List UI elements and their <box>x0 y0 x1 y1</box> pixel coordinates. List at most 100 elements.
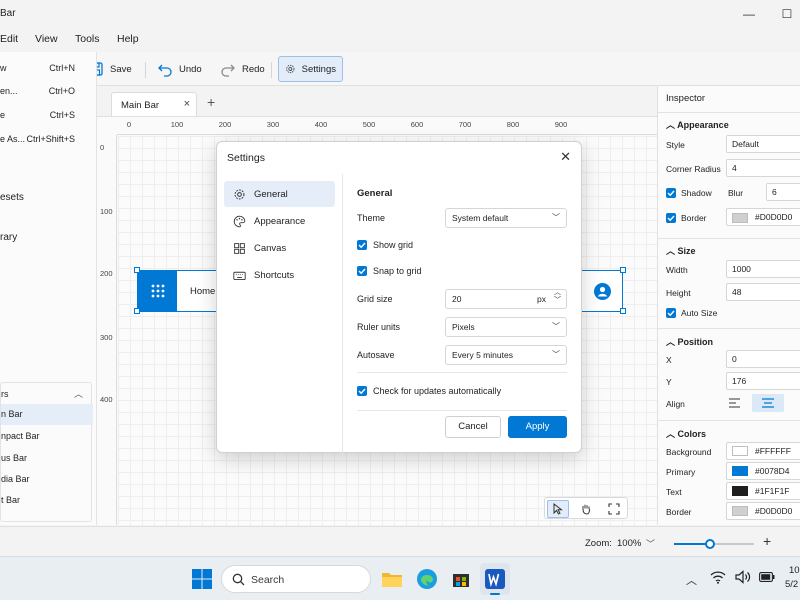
pan-tool-button[interactable] <box>575 500 597 518</box>
undo-button[interactable]: Undo <box>151 56 208 82</box>
autosave-select[interactable]: Every 5 minutes ﹀ <box>445 345 567 365</box>
resize-handle[interactable] <box>620 308 626 314</box>
nav-item-canvas[interactable]: Canvas <box>224 235 335 261</box>
fullscreen-button[interactable] <box>603 500 625 518</box>
menu-item-new[interactable]: w Ctrl+N <box>0 63 97 77</box>
size-section[interactable]: ︿ Size <box>666 244 696 257</box>
menu-item-save-as[interactable]: e As... Ctrl+Shift+S <box>0 134 97 148</box>
primary-swatch[interactable] <box>732 466 748 476</box>
close-icon[interactable]: × <box>184 98 190 110</box>
sidebar-item-library[interactable]: rary <box>0 232 17 243</box>
chevron-down-icon[interactable]: ﹀ <box>646 537 655 550</box>
width-input[interactable]: 1000 <box>726 260 800 278</box>
nav-item-appearance[interactable]: Appearance <box>224 208 335 234</box>
zoom-value[interactable]: 100% <box>617 538 641 549</box>
style-select[interactable]: Default <box>726 135 800 153</box>
list-item[interactable]: dia Bar <box>1 469 93 490</box>
clock-date[interactable]: 5/2 <box>785 579 798 590</box>
height-input[interactable]: 48 <box>726 283 800 301</box>
blur-input[interactable]: 6 <box>766 183 800 201</box>
menu-item-open[interactable]: en... Ctrl+O <box>0 86 97 100</box>
align-left-icon[interactable] <box>728 397 742 409</box>
updates-checkbox[interactable]: Check for updates automatically <box>357 386 501 396</box>
menu-item-save[interactable]: e Ctrl+S <box>0 110 97 124</box>
close-icon[interactable]: ✕ <box>560 149 571 165</box>
text-swatch[interactable] <box>732 486 748 496</box>
chevron-up-icon[interactable]: ︿ <box>74 387 83 400</box>
file-explorer-icon[interactable] <box>380 567 404 591</box>
resize-handle[interactable] <box>134 267 140 273</box>
apply-button[interactable]: Apply <box>508 416 567 438</box>
user-avatar-icon[interactable] <box>594 283 611 300</box>
chevron-up-icon[interactable]: ︿ <box>686 572 697 588</box>
windows-start-icon[interactable] <box>190 567 214 591</box>
tab-main-bar[interactable]: Main Bar × <box>111 92 197 116</box>
maximize-button[interactable]: ☐ <box>779 6 795 22</box>
show-grid-label: Show grid <box>373 240 414 250</box>
minimize-button[interactable]: — <box>741 6 757 22</box>
appearance-section[interactable]: ︿ Appearance <box>666 118 729 131</box>
clock-time[interactable]: 10: <box>789 565 800 576</box>
edge-browser-icon[interactable] <box>415 567 439 591</box>
auto-size-checkbox[interactable] <box>666 308 676 318</box>
border2-swatch[interactable] <box>732 506 748 516</box>
battery-icon[interactable] <box>759 572 775 582</box>
grid-dots-icon <box>151 284 165 298</box>
theme-select[interactable]: System default ﹀ <box>445 208 567 228</box>
menu-edit[interactable]: Edit <box>0 33 18 45</box>
zoom-slider-thumb[interactable] <box>705 539 715 549</box>
show-grid-checkbox[interactable]: Show grid <box>357 240 413 250</box>
hand-icon <box>582 504 590 515</box>
resize-handle[interactable] <box>134 308 140 314</box>
border-checkbox[interactable] <box>666 213 676 223</box>
chevron-down-icon: ﹀ <box>552 350 560 359</box>
menu-item-label: w <box>0 63 7 73</box>
nav-item-shortcuts[interactable]: Shortcuts <box>224 262 335 288</box>
snap-grid-checkbox[interactable]: Snap to grid <box>357 266 422 276</box>
ruler-label: 300 <box>100 333 113 342</box>
layers-panel: rs ︿ n Bar npact Bar us Bar dia Bar t Ba… <box>0 382 93 522</box>
stepper-arrows-icon[interactable]: ︿ ﹀ <box>554 289 561 305</box>
add-tab-icon[interactable]: + <box>207 94 215 110</box>
store-icon[interactable] <box>449 567 473 591</box>
corner-radius-input[interactable]: 4 <box>726 159 800 177</box>
list-item[interactable]: npact Bar <box>1 426 93 447</box>
background-swatch[interactable] <box>732 446 748 456</box>
zoom-slider[interactable] <box>674 539 754 549</box>
border-swatch[interactable] <box>732 213 748 223</box>
y-input[interactable]: 176 <box>726 372 800 390</box>
wifi-icon[interactable] <box>710 570 726 584</box>
word-app-icon <box>485 569 505 589</box>
colors-section[interactable]: ︿ Colors <box>666 427 706 440</box>
app-launcher-tile[interactable] <box>138 271 177 311</box>
tab-bar: Main Bar × + <box>97 86 657 116</box>
list-item[interactable]: n Bar <box>1 404 93 425</box>
nav-item-general[interactable]: General <box>224 181 335 207</box>
position-section[interactable]: ︿ Position <box>666 335 713 348</box>
settings-button[interactable]: Settings <box>278 56 343 82</box>
text-label: Text <box>666 487 682 497</box>
menu-item-label: en... <box>0 86 18 96</box>
resize-handle[interactable] <box>620 267 626 273</box>
sidebar-item-presets[interactable]: esets <box>0 192 24 203</box>
cancel-button[interactable]: Cancel <box>445 416 501 438</box>
taskbar-search[interactable]: Search <box>221 565 371 593</box>
align-center-button[interactable] <box>752 394 784 412</box>
settings-body: General Theme System default ﹀ Show grid… <box>343 174 583 454</box>
list-item[interactable]: us Bar <box>1 448 93 469</box>
grid-size-stepper[interactable]: 20 px ︿ ﹀ <box>445 289 567 309</box>
menu-tools[interactable]: Tools <box>75 33 100 45</box>
list-item[interactable]: t Bar <box>1 490 93 511</box>
ruler-units-select[interactable]: Pixels ﹀ <box>445 317 567 337</box>
redo-button[interactable]: Redo <box>214 56 271 82</box>
zoom-in-icon[interactable]: + <box>763 533 771 549</box>
ruler-horizontal: 0 100 200 300 400 500 600 700 800 900 <box>117 117 657 135</box>
theme-label: Theme <box>357 213 386 223</box>
menu-view[interactable]: View <box>35 33 58 45</box>
menu-help[interactable]: Help <box>117 33 139 45</box>
taskbar-active-app[interactable] <box>480 563 510 595</box>
x-input[interactable]: 0 <box>726 350 800 368</box>
select-tool-button[interactable] <box>547 500 569 518</box>
volume-icon[interactable] <box>735 570 751 584</box>
shadow-checkbox[interactable] <box>666 188 676 198</box>
